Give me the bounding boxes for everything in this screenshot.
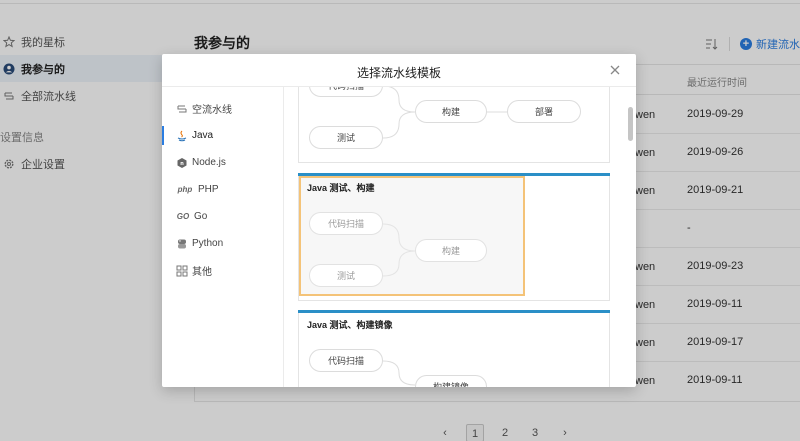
template-dialog: 选择流水线模板 空流水线 Java n Node.js php PHP GO G… (162, 54, 636, 387)
go-icon: GO (176, 212, 190, 221)
template-card[interactable]: 代码扫描 测试 构建 部署 (298, 87, 610, 163)
category-go[interactable]: GO Go (162, 203, 283, 230)
pipeline-node-build: 构建 (415, 100, 487, 123)
template-category-list: 空流水线 Java n Node.js php PHP GO Go Python… (162, 87, 284, 387)
java-icon (176, 130, 188, 142)
template-list: 代码扫描 测试 构建 部署 Java 测试、构建 代码扫描 测试 构建 (284, 87, 636, 387)
dialog-body: 空流水线 Java n Node.js php PHP GO Go Python… (162, 87, 636, 387)
category-label: PHP (198, 184, 219, 195)
category-label: Python (192, 238, 224, 249)
category-python[interactable]: Python (162, 230, 283, 257)
category-label: Java (192, 130, 214, 141)
grid-icon (176, 265, 188, 277)
category-label: Node.js (192, 157, 226, 168)
category-label: 其他 (192, 267, 212, 278)
template-card[interactable]: Java 测试、构建 代码扫描 测试 构建 (298, 173, 610, 301)
dialog-title: 选择流水线模板 (356, 66, 441, 80)
scrollbar[interactable] (628, 107, 633, 141)
pipeline-node-build: 构建 (415, 239, 487, 262)
pipeline-node-scan: 代码扫描 (309, 212, 383, 235)
pipeline-node-scan: 代码扫描 (309, 87, 383, 97)
close-icon[interactable] (608, 63, 622, 77)
nodejs-icon: n (176, 157, 188, 169)
python-icon (176, 238, 188, 250)
template-card[interactable]: Java 测试、构建镜像 代码扫描 构建镜像 (298, 310, 610, 387)
category-empty-pipeline[interactable]: 空流水线 (162, 95, 283, 122)
pipeline-node-build-image: 构建镜像 (415, 375, 487, 387)
svg-text:n: n (180, 161, 184, 167)
pipeline-node-test: 测试 (309, 126, 383, 149)
category-other[interactable]: 其他 (162, 257, 283, 284)
pipeline-node-deploy: 部署 (507, 100, 581, 123)
category-java[interactable]: Java (162, 122, 283, 149)
category-php[interactable]: php PHP (162, 176, 283, 203)
php-icon: php (177, 185, 193, 194)
dialog-header: 选择流水线模板 (162, 54, 636, 87)
empty-pipeline-icon (176, 103, 188, 115)
category-label: 空流水线 (192, 105, 232, 116)
pipeline-node-scan: 代码扫描 (309, 349, 383, 372)
category-label: Go (194, 211, 208, 222)
pipeline-node-test: 测试 (309, 264, 383, 287)
category-nodejs[interactable]: n Node.js (162, 149, 283, 176)
